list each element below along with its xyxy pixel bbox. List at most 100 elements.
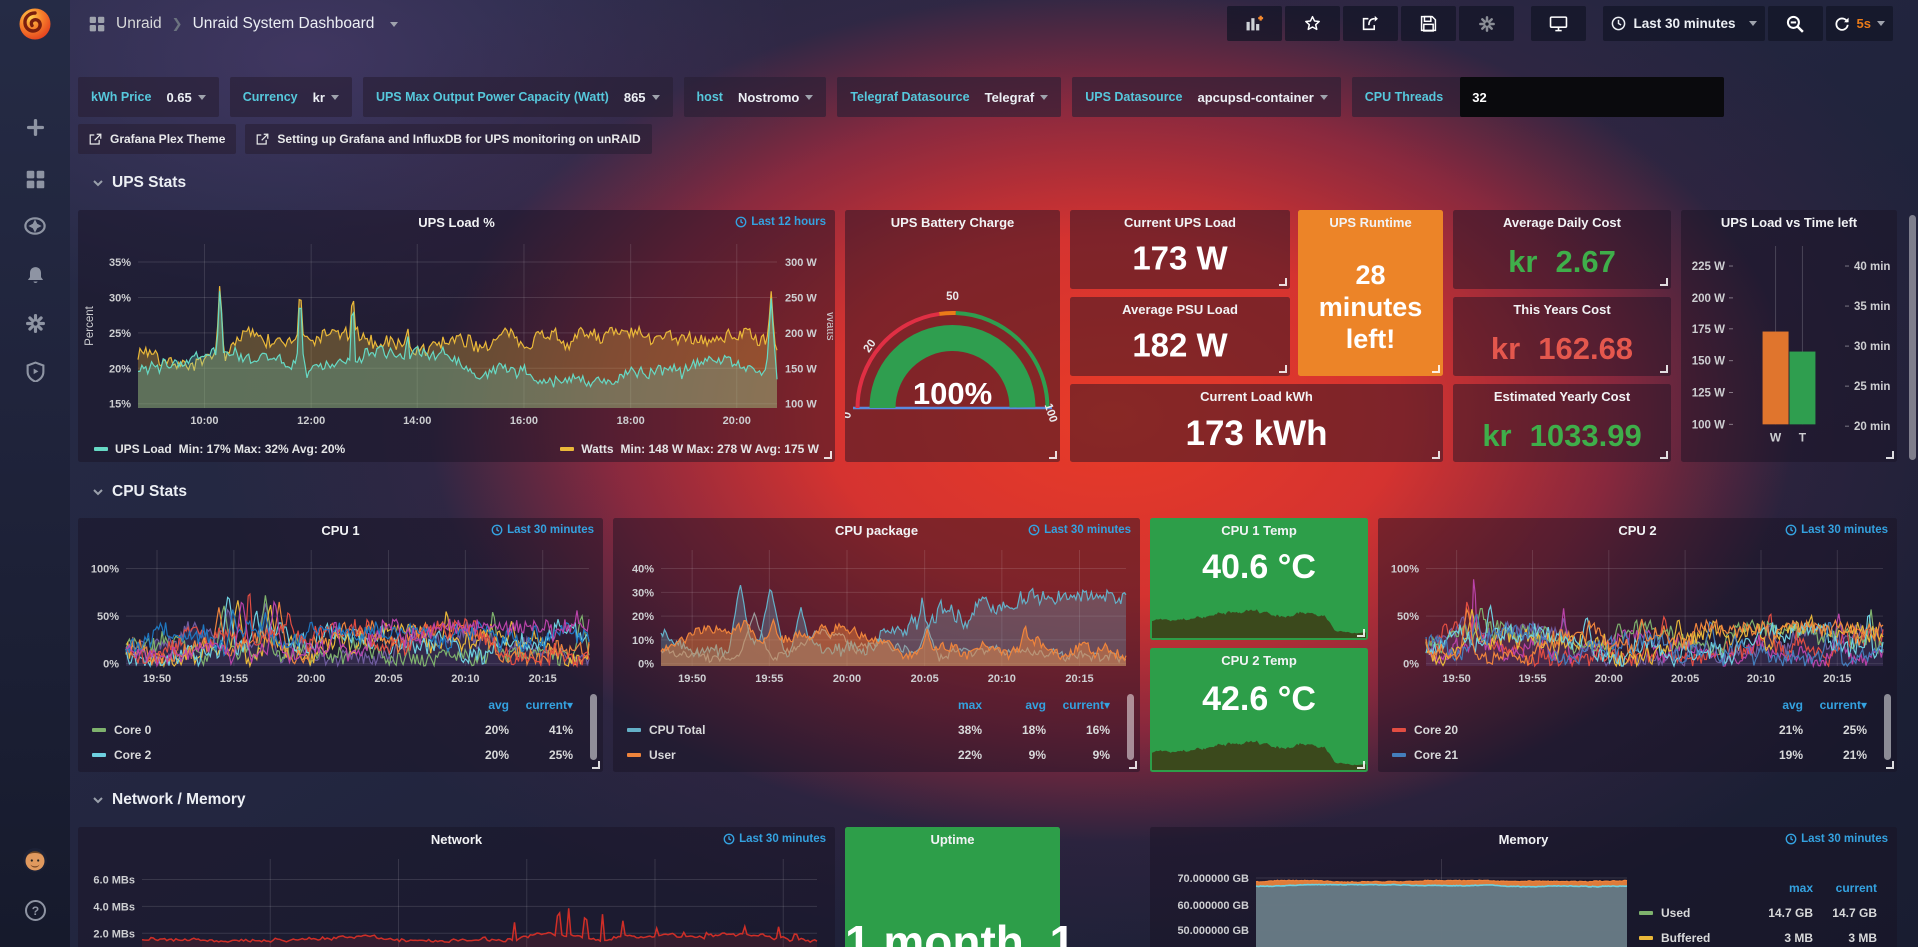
star-dashboard-button[interactable] — [1285, 6, 1340, 41]
legend-row[interactable]: Used14.7 GB14.7 GB — [1639, 900, 1877, 925]
panel-title[interactable]: Estimated Yearly Cost — [1453, 389, 1671, 404]
breadcrumb-root[interactable]: Unraid — [116, 15, 162, 33]
grafana-logo-icon[interactable] — [16, 5, 54, 43]
svg-text:300 W: 300 W — [785, 257, 817, 269]
variable-kwh-price[interactable]: kWh Price0.65 — [78, 77, 219, 117]
zoom-out-button[interactable] — [1768, 6, 1823, 41]
panel-network-graph: Network Last 30 minutes 6.0 MBs4.0 MBs2.… — [78, 827, 835, 947]
legend-row[interactable]: Core 020%41% — [92, 717, 573, 742]
svg-text:16:00: 16:00 — [510, 415, 538, 427]
legend-row[interactable]: Core 2021%25% — [1392, 717, 1867, 742]
panel-time-range[interactable]: Last 30 minutes — [491, 524, 594, 536]
alerting-bell-icon[interactable] — [0, 255, 70, 295]
legend-item[interactable]: WattsMin: 148 W Max: 278 W Avg: 175 W — [560, 442, 819, 456]
legend-header[interactable]: avgcurrent▾ — [92, 692, 573, 717]
stat-value: 173 W — [1070, 240, 1290, 278]
cpu-package-chart[interactable]: 19:5019:5520:0020:0520:1020:1540%30%20%1… — [615, 542, 1138, 686]
panel-title[interactable]: This Years Cost — [1453, 302, 1671, 317]
legend-row[interactable]: Core 220%25% — [92, 742, 573, 767]
dashboard-dropdown-caret-icon[interactable] — [390, 22, 398, 27]
svg-text:19:55: 19:55 — [220, 673, 248, 685]
panel-title[interactable]: CPU 1 Temp — [1150, 523, 1368, 538]
load-vs-time-bar-chart[interactable]: 225 W200 W175 W150 W125 W100 W40 min35 m… — [1681, 234, 1897, 456]
panel-title[interactable]: Average Daily Cost — [1453, 215, 1671, 230]
variable-host[interactable]: hostNostromo — [684, 77, 827, 117]
svg-text:175 W: 175 W — [1692, 324, 1725, 336]
apps-grid-icon[interactable] — [88, 15, 106, 33]
svg-text:T: T — [1799, 430, 1807, 444]
variable-ups-max-output[interactable]: UPS Max Output Power Capacity (Watt)865 — [363, 77, 673, 117]
svg-text:70.000000 GB: 70.000000 GB — [1177, 873, 1249, 885]
variable-telegraf-datasource[interactable]: Telegraf DatasourceTelegraf — [837, 77, 1061, 117]
stat-value: 1 month, 1 — [845, 915, 1060, 947]
save-dashboard-button[interactable] — [1401, 6, 1456, 41]
help-icon[interactable]: ? — [0, 890, 70, 930]
svg-text:100 W: 100 W — [785, 399, 817, 411]
panel-title[interactable]: Average PSU Load — [1070, 302, 1290, 317]
panel-title[interactable]: UPS Load vs Time left — [1681, 215, 1897, 230]
panel-title[interactable]: UPS Runtime — [1298, 215, 1443, 230]
panel-average-daily-cost: Average Daily Cost kr2.67 — [1453, 210, 1671, 289]
link-grafana-plex-theme[interactable]: Grafana Plex Theme — [78, 124, 236, 154]
svg-text:W: W — [1770, 430, 1782, 444]
svg-text:6.0 MBs: 6.0 MBs — [93, 875, 135, 887]
network-chart[interactable]: 6.0 MBs4.0 MBs2.0 MBs — [80, 851, 833, 947]
dashboards-icon[interactable] — [0, 159, 70, 199]
legend-scrollbar[interactable] — [1884, 694, 1891, 760]
create-plus-icon[interactable] — [0, 107, 70, 147]
cpu1-chart[interactable]: 19:5019:5520:0020:0520:1020:15100%50%0% — [80, 542, 601, 686]
cycle-view-monitor-button[interactable] — [1531, 6, 1586, 41]
panel-time-range[interactable]: Last 30 minutes — [1785, 833, 1888, 845]
panel-time-range[interactable]: Last 30 minutes — [1785, 524, 1888, 536]
panel-title[interactable]: Current Load kWh — [1070, 389, 1443, 404]
battery-gauge[interactable]: 02050100100% — [845, 232, 1060, 462]
explore-compass-icon[interactable] — [0, 206, 70, 246]
svg-text:200 W: 200 W — [1692, 293, 1725, 305]
breadcrumb-dashboard-title[interactable]: Unraid System Dashboard — [193, 15, 375, 33]
panel-cpu1-temp: CPU 1 Temp 40.6 °C — [1150, 518, 1368, 640]
legend-item[interactable]: UPS LoadMin: 17% Max: 32% Avg: 20% — [94, 442, 345, 456]
section-network-memory[interactable]: Network / Memory — [92, 791, 246, 809]
svg-text:20:15: 20:15 — [529, 673, 557, 685]
panel-title[interactable]: UPS Battery Charge — [845, 215, 1060, 230]
cpu-threads-input[interactable] — [1460, 77, 1724, 117]
legend-header[interactable]: avgcurrent▾ — [1392, 692, 1867, 717]
server-admin-shield-icon[interactable] — [0, 351, 70, 391]
legend-row[interactable]: Buffered3 MB3 MB — [1639, 925, 1877, 947]
panel-title[interactable]: Network — [78, 832, 835, 847]
panel-time-range[interactable]: Last 30 minutes — [1028, 524, 1131, 536]
section-ups-stats[interactable]: UPS Stats — [92, 174, 186, 192]
legend-header[interactable]: maxavgcurrent▾ — [627, 692, 1110, 717]
link-ups-monitoring-guide[interactable]: Setting up Grafana and InfluxDB for UPS … — [245, 124, 651, 154]
legend-scrollbar[interactable] — [1127, 694, 1134, 760]
ups-load-chart[interactable]: 10:0012:0014:0016:0018:0020:0035%30%25%2… — [80, 234, 833, 430]
stat-value: 42.6 °C — [1150, 680, 1368, 719]
add-panel-button[interactable] — [1227, 6, 1282, 41]
time-range-picker[interactable]: Last 30 minutes — [1603, 6, 1764, 41]
panel-estimated-yearly-cost: Estimated Yearly Cost kr1033.99 — [1453, 384, 1671, 462]
legend-row[interactable]: User22%9%9% — [627, 742, 1110, 767]
refresh-caret-icon[interactable] — [1877, 21, 1885, 26]
legend-row[interactable]: CPU Total38%18%16% — [627, 717, 1110, 742]
refresh-button[interactable]: 5s — [1826, 6, 1893, 41]
variable-ups-datasource[interactable]: UPS Datasourceapcupsd-container — [1072, 77, 1341, 117]
panel-title[interactable]: Current UPS Load — [1070, 215, 1290, 230]
panel-title[interactable]: CPU 2 Temp — [1150, 653, 1368, 668]
svg-text:100%: 100% — [1391, 564, 1419, 576]
configuration-gear-icon[interactable] — [0, 303, 70, 343]
legend-scrollbar[interactable] — [590, 694, 597, 760]
panel-time-range[interactable]: Last 12 hours — [735, 216, 826, 228]
cpu2-chart[interactable]: 19:5019:5520:0020:0520:1020:15100%50%0% — [1380, 542, 1895, 686]
panel-title[interactable]: Uptime — [845, 832, 1060, 847]
variable-currency[interactable]: Currencykr — [230, 77, 352, 117]
user-avatar[interactable] — [0, 840, 70, 880]
svg-text:50%: 50% — [97, 611, 119, 623]
share-dashboard-button[interactable] — [1343, 6, 1398, 41]
panel-title[interactable]: UPS Load % — [78, 215, 835, 230]
section-cpu-stats[interactable]: CPU Stats — [92, 483, 187, 501]
page-scrollbar[interactable] — [1909, 215, 1916, 460]
panel-time-range[interactable]: Last 30 minutes — [723, 833, 826, 845]
settings-gear-button[interactable] — [1459, 6, 1514, 41]
legend-header[interactable]: maxcurrent — [1639, 875, 1877, 900]
legend-row[interactable]: Core 2119%21% — [1392, 742, 1867, 767]
